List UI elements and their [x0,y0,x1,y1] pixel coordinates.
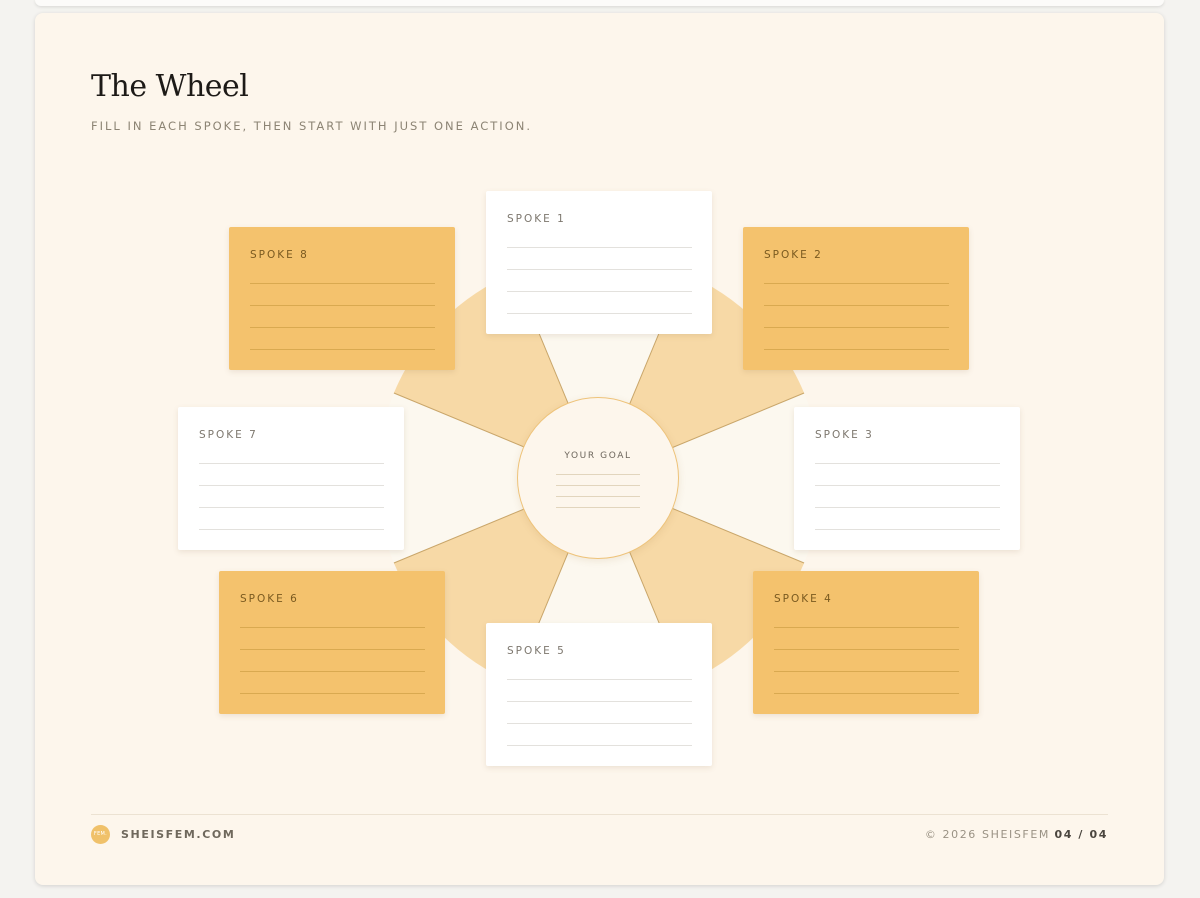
writing-line[interactable] [815,463,1000,464]
spoke-card-1[interactable]: SPOKE 1 [486,191,712,334]
footer-divider [91,814,1108,815]
spoke-card-6[interactable]: SPOKE 6 [219,571,445,714]
writing-line[interactable] [507,247,692,248]
writing-line[interactable] [774,671,959,672]
spoke-label: SPOKE 7 [199,429,258,441]
writing-line[interactable] [250,305,435,306]
writing-line[interactable] [507,745,692,746]
goal-writing-line[interactable] [556,496,640,497]
writing-line[interactable] [764,349,949,350]
writing-line[interactable] [815,529,1000,530]
footer-copyright: © 2026 SHEISFEM [924,828,1050,841]
writing-line[interactable] [199,485,384,486]
goal-circle[interactable]: YOUR GOAL [517,397,679,559]
spoke-label: SPOKE 8 [250,249,309,261]
writing-line[interactable] [240,649,425,650]
writing-line[interactable] [774,649,959,650]
writing-line[interactable] [240,627,425,628]
writing-line[interactable] [507,679,692,680]
page-number: 04 / 04 [1054,828,1108,841]
spoke-card-3[interactable]: SPOKE 3 [794,407,1020,550]
spoke-card-5[interactable]: SPOKE 5 [486,623,712,766]
writing-line[interactable] [250,349,435,350]
writing-line[interactable] [507,269,692,270]
writing-line[interactable] [764,283,949,284]
goal-label: YOUR GOAL [564,451,632,461]
spoke-card-4[interactable]: SPOKE 4 [753,571,979,714]
goal-writing-line[interactable] [556,507,640,508]
writing-line[interactable] [815,485,1000,486]
writing-line[interactable] [507,291,692,292]
writing-line[interactable] [199,507,384,508]
spoke-card-2[interactable]: SPOKE 2 [743,227,969,370]
footer-site[interactable]: SHEISFEM.COM [121,828,235,841]
previous-page-edge [35,0,1164,6]
writing-line[interactable] [250,327,435,328]
writing-line[interactable] [250,283,435,284]
spoke-label: SPOKE 4 [774,593,833,605]
writing-line[interactable] [507,701,692,702]
writing-line[interactable] [199,463,384,464]
writing-line[interactable] [240,693,425,694]
writing-line[interactable] [199,529,384,530]
spoke-card-8[interactable]: SPOKE 8 [229,227,455,370]
worksheet-page: The Wheel FILL IN EACH SPOKE, THEN START… [35,13,1164,885]
writing-line[interactable] [815,507,1000,508]
spoke-label: SPOKE 1 [507,213,566,225]
spoke-label: SPOKE 6 [240,593,299,605]
writing-line[interactable] [764,327,949,328]
writing-line[interactable] [774,693,959,694]
writing-line[interactable] [764,305,949,306]
spoke-label: SPOKE 3 [815,429,874,441]
goal-writing-line[interactable] [556,485,640,486]
spoke-label: SPOKE 2 [764,249,823,261]
writing-line[interactable] [507,313,692,314]
spoke-label: SPOKE 5 [507,645,566,657]
brand-logo: FEM. [91,825,110,844]
writing-line[interactable] [774,627,959,628]
writing-line[interactable] [507,723,692,724]
spoke-card-7[interactable]: SPOKE 7 [178,407,404,550]
goal-writing-line[interactable] [556,474,640,475]
writing-line[interactable] [240,671,425,672]
